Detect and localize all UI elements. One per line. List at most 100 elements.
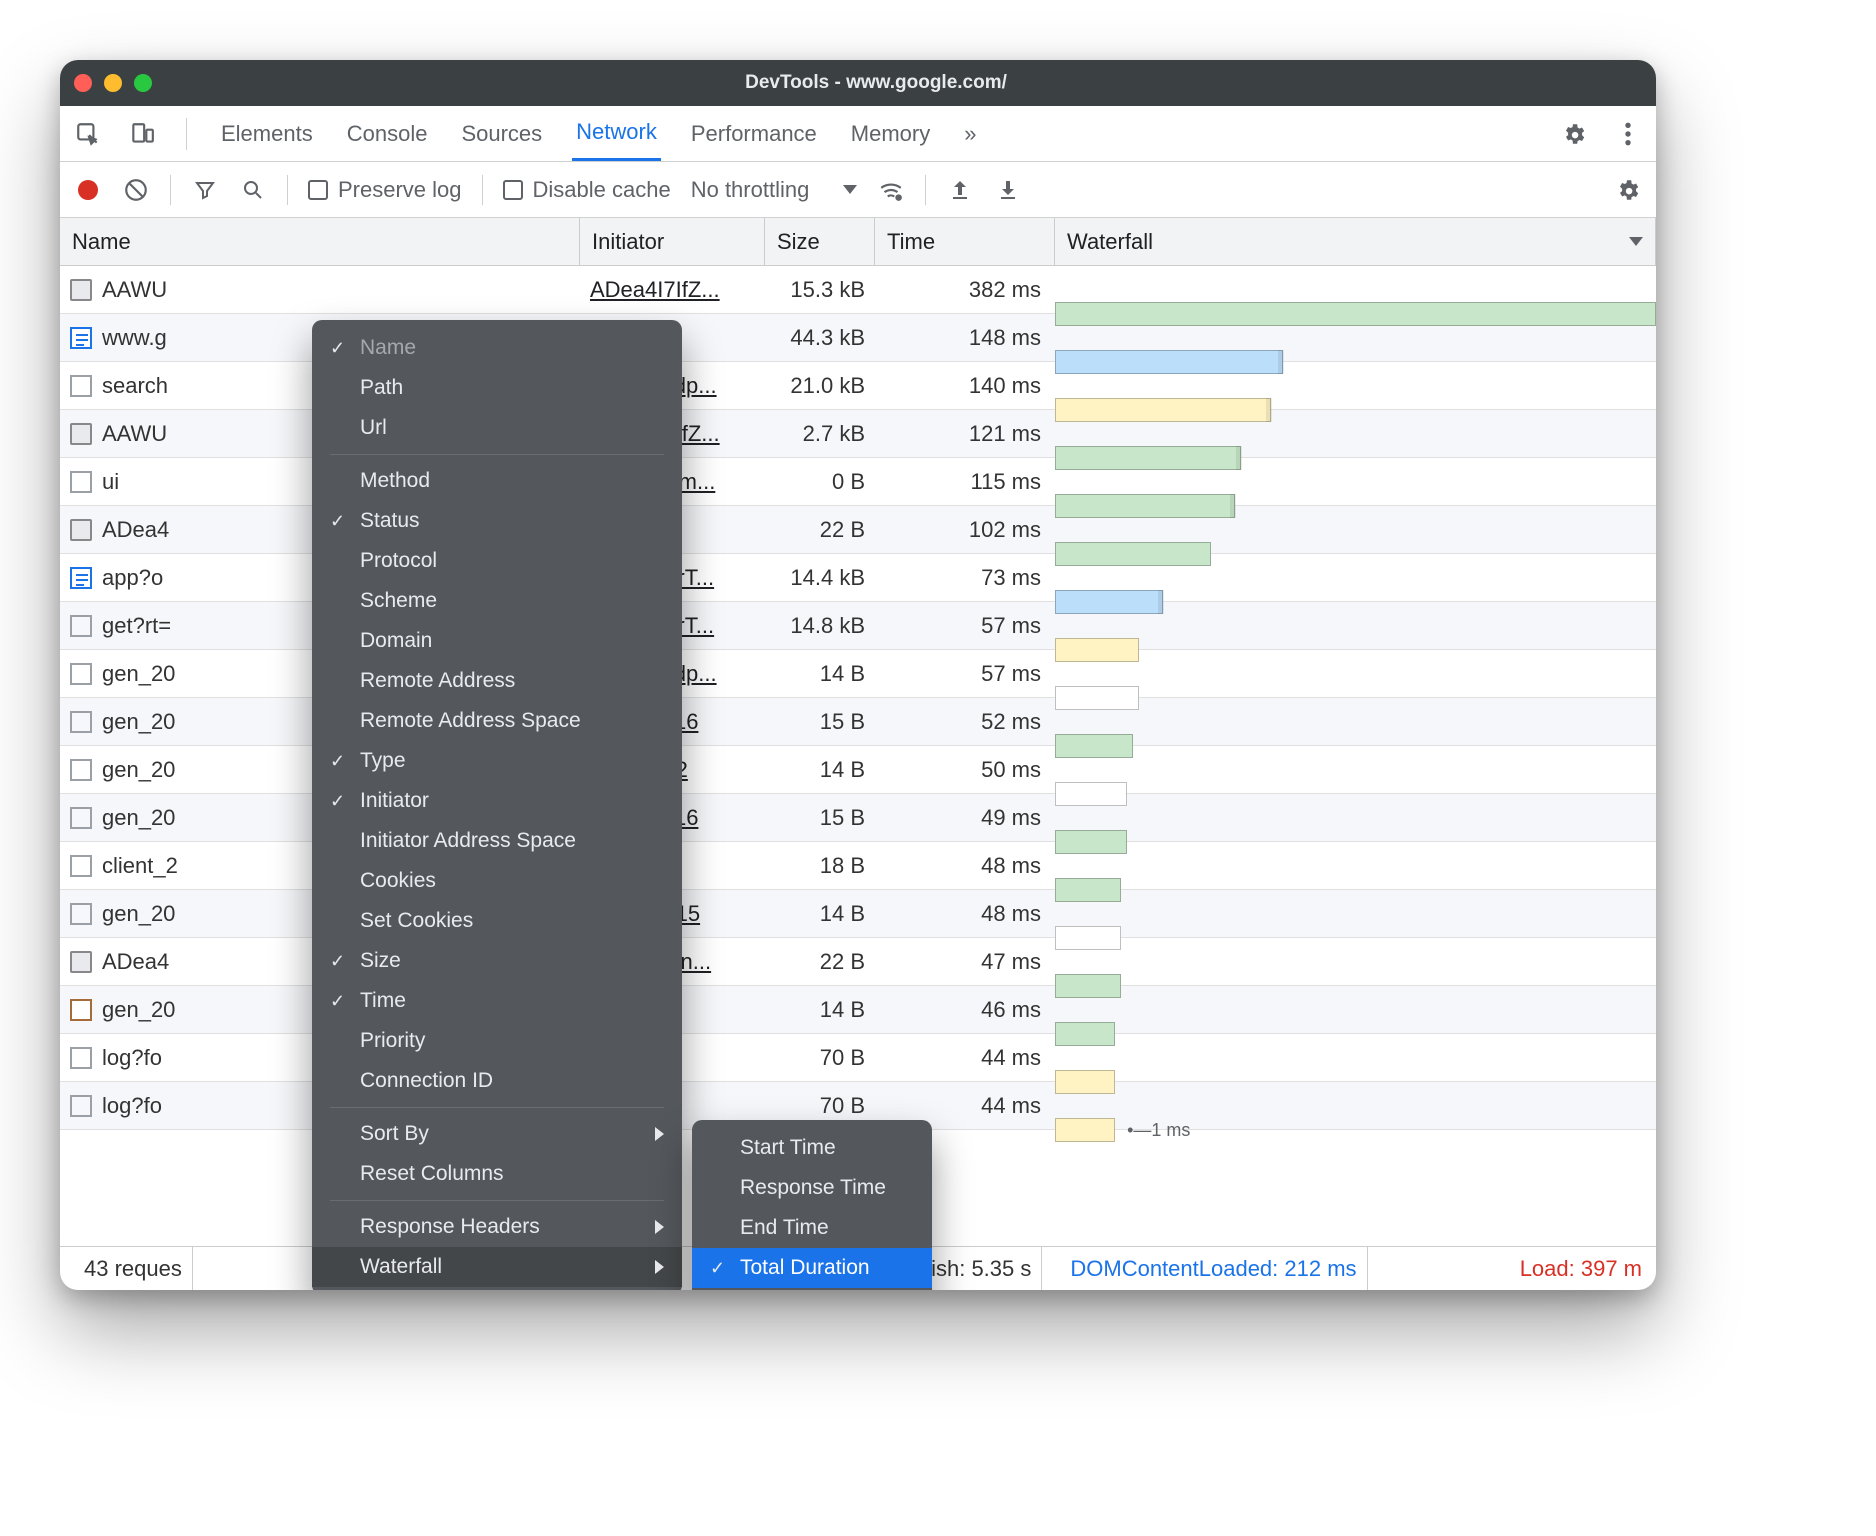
request-size: 22 B xyxy=(765,517,875,543)
menu-item[interactable]: Priority xyxy=(312,1021,682,1061)
table-row[interactable]: AAWUADea4I7IfZ...2.7 kB121 ms xyxy=(60,410,1656,458)
request-name: ADea4 xyxy=(102,517,169,543)
column-time[interactable]: Time xyxy=(875,218,1055,265)
table-row[interactable]: AAWUADea4I7IfZ...15.3 kB382 ms xyxy=(60,266,1656,314)
menu-item[interactable]: Name xyxy=(312,328,682,368)
request-time: 44 ms xyxy=(875,1093,1055,1119)
menu-item[interactable]: Type xyxy=(312,741,682,781)
tab-elements[interactable]: Elements xyxy=(217,111,317,157)
search-icon[interactable] xyxy=(239,176,267,204)
disable-cache-label: Disable cache xyxy=(533,177,671,203)
tab-network[interactable]: Network xyxy=(572,109,661,161)
menu-item[interactable]: Domain xyxy=(312,621,682,661)
request-name: ui xyxy=(102,469,119,495)
file-type-icon xyxy=(70,663,92,685)
tab-performance[interactable]: Performance xyxy=(687,111,821,157)
column-size[interactable]: Size xyxy=(765,218,875,265)
request-time: 121 ms xyxy=(875,421,1055,447)
file-type-icon xyxy=(70,615,92,637)
request-size: 22 B xyxy=(765,949,875,975)
menu-item[interactable]: Status xyxy=(312,501,682,541)
menu-item[interactable]: Connection ID xyxy=(312,1061,682,1101)
request-name: gen_20 xyxy=(102,997,175,1023)
table-row[interactable]: gen_20(index):1214 B50 ms xyxy=(60,746,1656,794)
request-name: gen_20 xyxy=(102,901,175,927)
tab-memory[interactable]: Memory xyxy=(847,111,934,157)
network-conditions-icon[interactable] xyxy=(877,176,905,204)
network-table-header[interactable]: Name Initiator Size Time Waterfall xyxy=(60,218,1656,266)
menu-item[interactable]: Remote Address xyxy=(312,661,682,701)
upload-har-icon[interactable] xyxy=(946,176,974,204)
menu-item[interactable]: Response Headers xyxy=(312,1207,682,1247)
file-type-icon xyxy=(70,999,92,1021)
zoom-window-button[interactable] xyxy=(134,74,152,92)
kebab-menu-icon[interactable] xyxy=(1614,120,1642,148)
table-row[interactable]: gen_20m=cdos,dp...14 B57 ms xyxy=(60,650,1656,698)
menu-item[interactable]: Sort By xyxy=(312,1114,682,1154)
menu-item[interactable]: Remote Address Space xyxy=(312,701,682,741)
status-domcontentloaded: DOMContentLoaded: 212 ms xyxy=(1060,1247,1367,1290)
menu-item[interactable]: Scheme xyxy=(312,581,682,621)
menu-item[interactable]: Start Time xyxy=(692,1128,932,1168)
preserve-log-checkbox[interactable]: Preserve log xyxy=(308,177,462,203)
request-size: 21.0 kB xyxy=(765,373,875,399)
inspect-element-icon[interactable] xyxy=(74,120,102,148)
menu-item[interactable]: Path xyxy=(312,368,682,408)
minimize-window-button[interactable] xyxy=(104,74,122,92)
menu-item[interactable]: Url xyxy=(312,408,682,448)
table-row[interactable]: get?rt=rs=AA2YrT...14.8 kB57 ms xyxy=(60,602,1656,650)
request-time: 49 ms xyxy=(875,805,1055,831)
file-type-icon xyxy=(70,903,92,925)
request-time: 47 ms xyxy=(875,949,1055,975)
table-row[interactable]: uim=DhPYm...0 B115 ms xyxy=(60,458,1656,506)
request-time: 115 ms xyxy=(875,469,1055,495)
request-size: 14 B xyxy=(765,661,875,687)
menu-item[interactable]: Initiator xyxy=(312,781,682,821)
file-type-icon xyxy=(70,327,92,349)
table-row[interactable]: ADea4(index)22 B102 ms xyxy=(60,506,1656,554)
network-settings-gear-icon[interactable] xyxy=(1614,176,1642,204)
table-row[interactable]: searchm=cdos,dp...21.0 kB140 ms xyxy=(60,362,1656,410)
menu-item[interactable]: Set Cookies xyxy=(312,901,682,941)
tab-console[interactable]: Console xyxy=(343,111,432,157)
table-row[interactable]: ADea4app?origin...22 B47 ms xyxy=(60,938,1656,986)
table-row[interactable]: gen_20(index):21514 B48 ms xyxy=(60,890,1656,938)
menu-item[interactable]: Initiator Address Space xyxy=(312,821,682,861)
table-row[interactable]: gen_20 14 B46 ms xyxy=(60,986,1656,1034)
request-time: 46 ms xyxy=(875,997,1055,1023)
table-row[interactable]: gen_20(index):11615 B49 ms xyxy=(60,794,1656,842)
menu-item[interactable]: Cookies xyxy=(312,861,682,901)
clear-icon[interactable] xyxy=(122,176,150,204)
device-toolbar-icon[interactable] xyxy=(128,120,156,148)
menu-item[interactable]: Method xyxy=(312,461,682,501)
table-row[interactable]: gen_20(index):11615 B52 ms xyxy=(60,698,1656,746)
menu-item[interactable]: Size xyxy=(312,941,682,981)
table-row[interactable]: app?ors=AA2YrT...14.4 kB73 ms xyxy=(60,554,1656,602)
menu-item[interactable]: Total Duration xyxy=(692,1248,932,1288)
table-row[interactable]: client_2(index):318 B48 ms xyxy=(60,842,1656,890)
menu-item[interactable]: Protocol xyxy=(312,541,682,581)
table-row[interactable]: log?fo70 B44 ms xyxy=(60,1034,1656,1082)
tabs-overflow[interactable]: » xyxy=(960,111,980,157)
disable-cache-checkbox[interactable]: Disable cache xyxy=(503,177,671,203)
menu-item[interactable]: Reset Columns xyxy=(312,1154,682,1194)
close-window-button[interactable] xyxy=(74,74,92,92)
menu-item[interactable]: Time xyxy=(312,981,682,1021)
throttling-select[interactable]: No throttling xyxy=(691,177,858,203)
column-name[interactable]: Name xyxy=(60,218,580,265)
menu-item[interactable]: Waterfall xyxy=(312,1247,682,1287)
settings-gear-icon[interactable] xyxy=(1560,120,1588,148)
request-initiator[interactable]: ADea4I7IfZ... xyxy=(580,277,765,303)
filter-icon[interactable] xyxy=(191,176,219,204)
request-size: 14 B xyxy=(765,997,875,1023)
menu-item[interactable]: Latency xyxy=(692,1288,932,1290)
file-type-icon xyxy=(70,1047,92,1069)
download-har-icon[interactable] xyxy=(994,176,1022,204)
column-waterfall[interactable]: Waterfall xyxy=(1055,218,1656,265)
request-time: 48 ms xyxy=(875,901,1055,927)
menu-item[interactable]: End Time xyxy=(692,1208,932,1248)
menu-item[interactable]: Response Time xyxy=(692,1168,932,1208)
record-button[interactable] xyxy=(74,176,102,204)
tab-sources[interactable]: Sources xyxy=(457,111,546,157)
column-initiator[interactable]: Initiator xyxy=(580,218,765,265)
